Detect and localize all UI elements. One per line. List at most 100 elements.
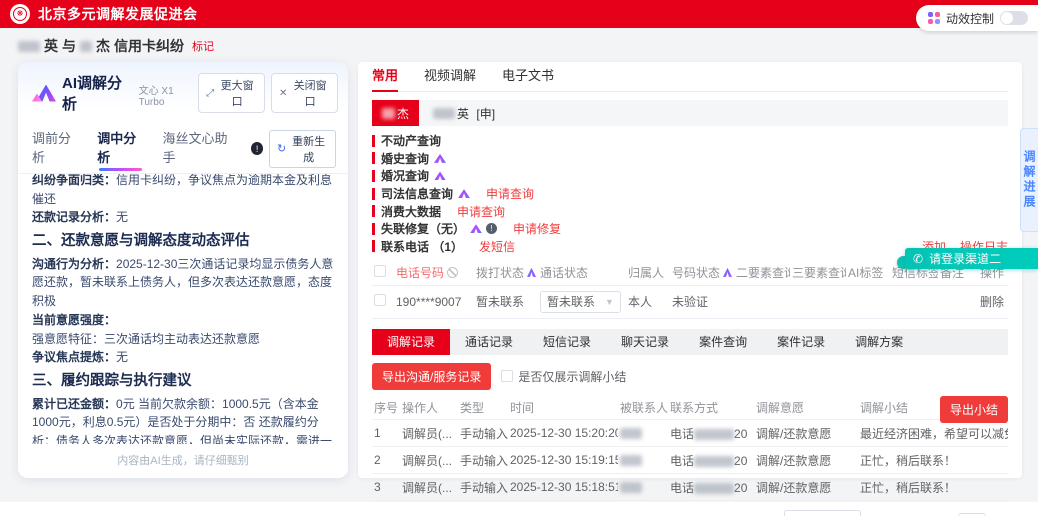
record-row[interactable]: 2 调解员(... 手动输入 2025-12-30 15:19:15 电话 20 调解/还款… bbox=[372, 446, 1008, 474]
info-icon[interactable]: ! bbox=[486, 223, 498, 235]
export-communication-button[interactable]: 导出沟通/服务记录 bbox=[372, 362, 492, 390]
workspace-tab-2[interactable]: 视频调解 bbox=[424, 65, 476, 91]
motion-control[interactable]: 动效控制 bbox=[915, 5, 1038, 31]
record-tab-2[interactable]: 通话记录 bbox=[450, 329, 528, 355]
motion-dots-icon bbox=[927, 12, 940, 24]
redacted-text bbox=[694, 482, 735, 494]
query-row-5: 消费大数据 申请查询 bbox=[372, 202, 1008, 220]
query-row-6: 失联修复（无）! 申请修复 bbox=[372, 220, 1008, 238]
ai-tabs: 调前分析 调中分析 海丝文心助手 ! ↻ 重新生成 bbox=[18, 122, 348, 174]
phone-col-header: 三要素查询 bbox=[790, 260, 846, 286]
ai-tab-2[interactable]: 调中分析 bbox=[97, 124, 144, 173]
query-row-1: 不动产查询 bbox=[372, 132, 1008, 150]
mediation-progress-tab[interactable]: 调解进展 bbox=[1020, 128, 1038, 232]
record-tab-3[interactable]: 短信记录 bbox=[528, 329, 606, 355]
phone-col-header: 拨打状态 bbox=[474, 260, 538, 286]
row-checkbox[interactable] bbox=[374, 294, 386, 307]
record-contact-method: 电话 20 bbox=[668, 446, 754, 474]
ai-tab-3[interactable]: 海丝文心助手 bbox=[162, 124, 233, 173]
ai-disclaimer: 内容由AI生成，请仔细甄别 bbox=[117, 455, 249, 467]
query-action-link[interactable]: 申请查询 bbox=[457, 203, 505, 220]
record-willingness: 调解/还款意愿 bbox=[754, 446, 858, 474]
info-icon[interactable]: ! bbox=[251, 142, 264, 155]
record-tab-6[interactable]: 案件记录 bbox=[762, 329, 840, 355]
regenerate-button[interactable]: ↻ 重新生成 bbox=[269, 129, 336, 168]
export-summary-button[interactable]: 导出小结 bbox=[939, 395, 1008, 423]
record-summary: 正忙，稍后联系！ bbox=[858, 473, 1008, 502]
record-type: 手动输入 bbox=[458, 446, 508, 474]
summary-only-checkbox[interactable] bbox=[501, 370, 514, 383]
record-operator: 调解员(... bbox=[400, 446, 458, 474]
query-label: 婚况查询 bbox=[381, 169, 430, 184]
mediation-records: 序号 操作人 类型 时间 被联系人 联系方式 调解意愿 调解小结 1 调解员(... 手动输入 20… bbox=[372, 395, 1008, 502]
ai-tab-1[interactable]: 调前分析 bbox=[32, 124, 79, 173]
phone-icon: ✆ bbox=[913, 251, 924, 266]
enlarge-window-button[interactable]: ⤢ 更大窗口 bbox=[198, 73, 265, 113]
ai-text-line: 强意愿特征：三次通话均主动表达还款意愿 bbox=[32, 331, 261, 346]
record-tab-7[interactable]: 调解方案 bbox=[840, 329, 918, 355]
applicant-name-suffix: 英 bbox=[44, 38, 58, 54]
case-workspace-panel: 常用 视频调解 电子文书 杰 英 [申] 不动产查询 婚史查询 婚况查询 司法信息查询 申请… bbox=[358, 62, 1022, 516]
page-size-select[interactable]: 10条/页▼ bbox=[783, 510, 862, 516]
ai-panel-header: AI调解分析 文心 X1 Turbo ⤢ 更大窗口 ✕ 关闭窗口 bbox=[18, 62, 348, 122]
ai-line-label: 当前意愿强度： bbox=[32, 312, 117, 327]
query-label: 联系电话 （1） bbox=[381, 239, 464, 254]
close-window-button[interactable]: ✕ 关闭窗口 bbox=[270, 73, 338, 113]
record-tab-5[interactable]: 案件查询 bbox=[684, 329, 762, 355]
ai-text-line: 还款记录分析：无 bbox=[32, 210, 129, 225]
query-action-link[interactable]: 申请修复 bbox=[513, 220, 561, 237]
expand-icon: ⤢ bbox=[206, 87, 215, 99]
goto-page-input[interactable] bbox=[957, 512, 986, 516]
record-contact bbox=[618, 473, 668, 502]
query-action-link[interactable]: 申请查询 bbox=[486, 185, 534, 202]
redacted-text bbox=[620, 428, 642, 440]
call-channel-widget[interactable]: ✆ 请登录渠道二 bbox=[905, 248, 1038, 269]
redacted-text bbox=[694, 455, 735, 467]
talk-status-select[interactable]: 暂未联系 ▼ bbox=[540, 290, 621, 313]
talk-status-cell: 暂未联系 ▼ bbox=[538, 285, 626, 319]
record-row[interactable]: 3 调解员(... 手动输入 2025-12-30 15:18:51 电话 20 调解/还款… bbox=[372, 473, 1008, 502]
party-tab-applicant[interactable]: 英 [申] bbox=[433, 105, 495, 122]
record-tab-4[interactable]: 聊天记录 bbox=[606, 329, 684, 355]
record-no: 2 bbox=[372, 446, 400, 474]
query-list: 不动产查询 婚史查询 婚况查询 司法信息查询 申请查询 消费大数据 申请查询 失联修复（无）!… bbox=[372, 126, 1008, 255]
record-col-header: 类型 bbox=[460, 400, 485, 415]
redacted-name bbox=[80, 40, 92, 52]
phone-col-header: 通话状态 bbox=[538, 260, 626, 286]
record-tab-1[interactable]: 调解记录 bbox=[372, 328, 451, 355]
redacted-text bbox=[620, 455, 642, 467]
refresh-icon: ↻ bbox=[277, 143, 287, 155]
red-bar-icon bbox=[372, 134, 375, 147]
record-contact-method: 电话 20 bbox=[668, 419, 754, 447]
record-tabs: 调解记录 通话记录 短信记录 聊天记录 案件查询 案件记录 调解方案 bbox=[372, 328, 1008, 355]
query-label: 不动产查询 bbox=[381, 134, 442, 149]
select-all-checkbox[interactable] bbox=[374, 264, 386, 277]
workspace-tabs: 常用 视频调解 电子文书 bbox=[372, 62, 1008, 92]
redacted-name bbox=[18, 40, 40, 52]
workspace-tab-1[interactable]: 常用 bbox=[372, 65, 399, 92]
delete-phone-link[interactable]: 删除 bbox=[978, 285, 1008, 319]
party-tab-respondent[interactable]: 杰 bbox=[372, 100, 420, 126]
mark-link[interactable]: 标记 bbox=[192, 38, 214, 54]
motion-toggle[interactable] bbox=[1000, 11, 1028, 25]
record-row[interactable]: 1 调解员(... 手动输入 2025-12-30 15:20:20 电话 20 调解/还款… bbox=[372, 419, 1008, 447]
ai-section-heading: 三、履约跟踪与执行建议 bbox=[32, 373, 192, 390]
eye-off-icon[interactable] bbox=[447, 266, 459, 278]
redacted-name bbox=[382, 107, 395, 119]
app-title: 北京多元调解发展促进会 bbox=[38, 6, 198, 22]
record-summary: 正忙，稍后联系！ bbox=[858, 446, 1008, 474]
close-icon: ✕ bbox=[278, 87, 288, 99]
record-willingness: 调解/还款意愿 bbox=[754, 419, 858, 447]
query-row-2: 婚史查询 bbox=[372, 150, 1008, 168]
redacted-text bbox=[620, 482, 642, 494]
workspace-tab-3[interactable]: 电子文书 bbox=[502, 65, 554, 91]
query-action-link[interactable]: 发短信 bbox=[479, 238, 515, 255]
ai-line-label: 累计已还金额： bbox=[32, 396, 117, 411]
ai-analysis-panel: AI调解分析 文心 X1 Turbo ⤢ 更大窗口 ✕ 关闭窗口 调前分析 调中分析海… bbox=[18, 62, 348, 478]
ai-analysis-content[interactable]: 纠纷争面归类：信用卡纠纷，争议焦点为逾期本金及利息催还 还款记录分析：无 二、还款意… bbox=[18, 174, 348, 444]
record-col-header: 序号 bbox=[374, 400, 399, 415]
record-operator: 调解员(... bbox=[400, 419, 458, 447]
record-toolbar: 导出沟通/服务记录 是否仅展示调解小结 bbox=[372, 362, 1008, 390]
record-col-header: 操作人 bbox=[402, 400, 439, 415]
summary-only-filter[interactable]: 是否仅展示调解小结 bbox=[501, 368, 626, 385]
